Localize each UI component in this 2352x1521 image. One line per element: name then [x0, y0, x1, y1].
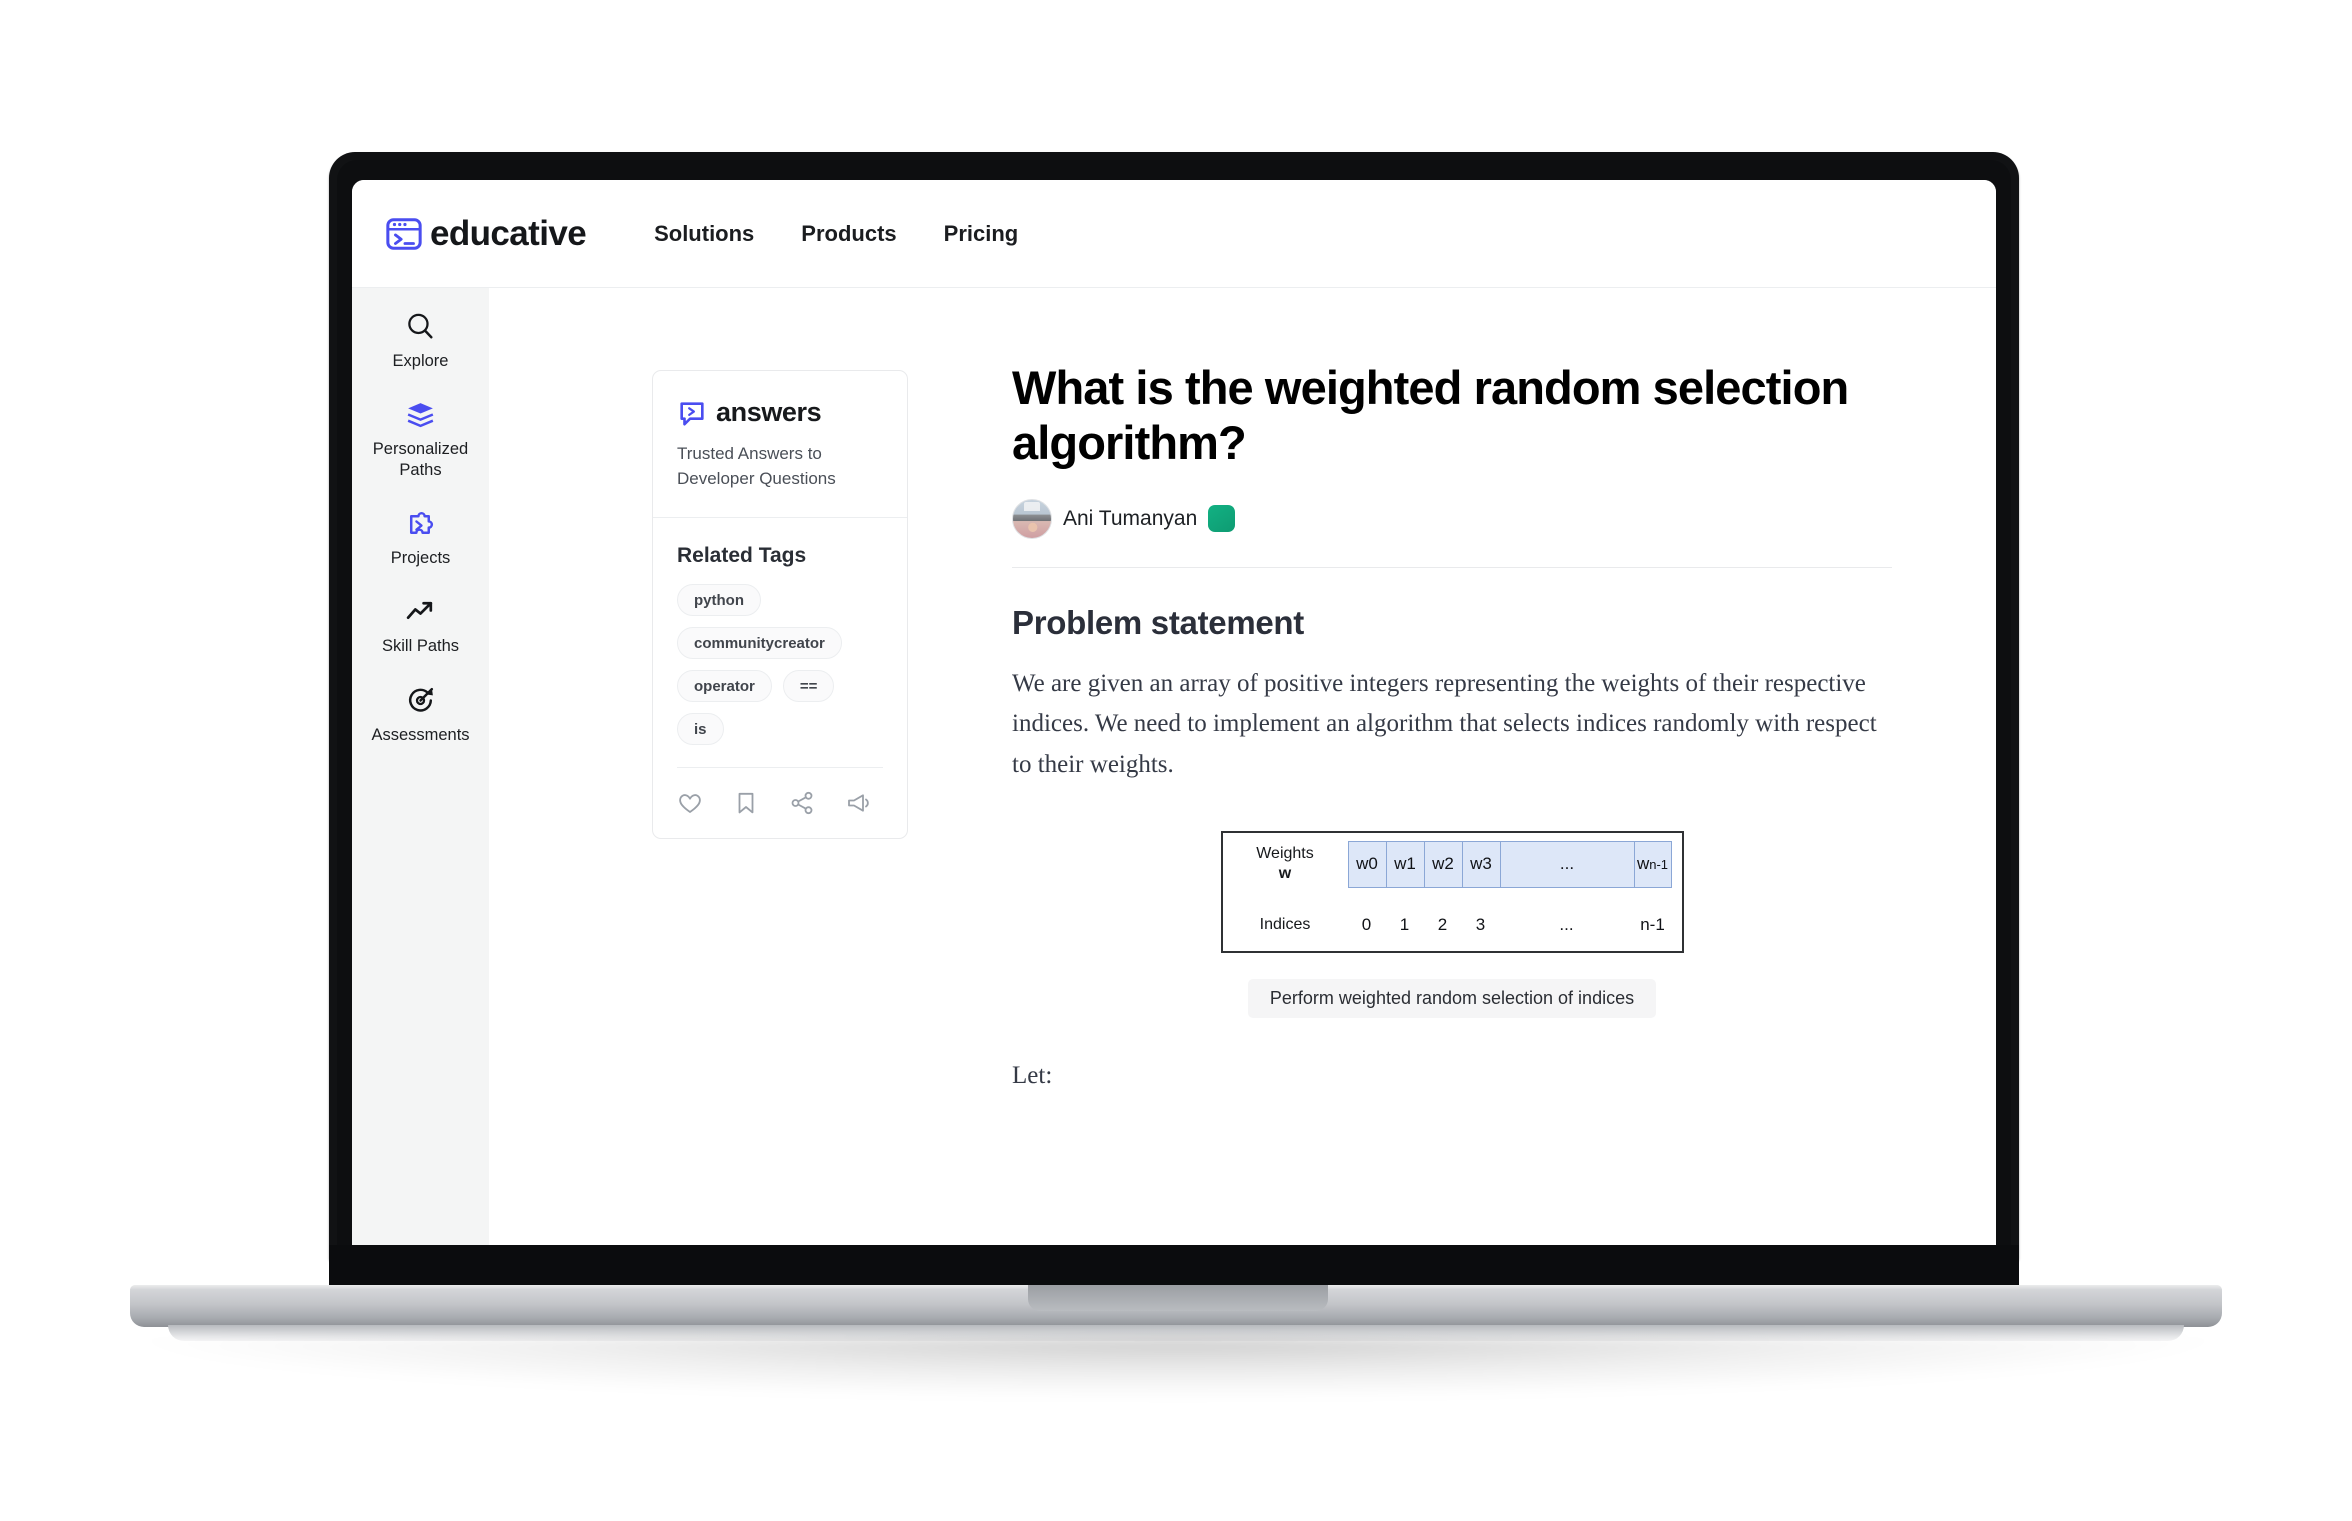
heart-icon[interactable] [677, 790, 703, 816]
weight-cell-subscript: n-1 [1649, 856, 1669, 872]
trailing-text: Let: [1012, 1062, 1053, 1090]
megaphone-icon[interactable] [845, 790, 871, 816]
weights-cells: w0 w1 w2 w3 ... w n-1 [1347, 840, 1672, 888]
weights-figure: Weights w w0 w1 w2 w3 ... wn-1 Indices [1012, 831, 1892, 1019]
tag-row: operator == [677, 670, 883, 703]
related-tags-title: Related Tags [677, 544, 807, 568]
indices-row: 0 1 2 3 ... n-1 [1348, 915, 1672, 935]
weight-cell-last: w n-1 [1633, 840, 1672, 888]
tag-row: python [677, 584, 883, 617]
nav-link-pricing[interactable]: Pricing [944, 221, 1019, 247]
byline: Ani Tumanyan [1012, 498, 1892, 539]
tag-row: communitycreator [677, 627, 883, 660]
sidebar-rail: Explore Personalized Paths Projects Skil… [352, 288, 489, 1245]
laptop-base-notch [1028, 1285, 1328, 1311]
related-tags-list: python communitycreator operator == is [677, 584, 883, 746]
page-title: What is the weighted random selection al… [1012, 361, 1849, 470]
index-value: 2 [1437, 915, 1448, 935]
search-icon [408, 313, 433, 339]
header-divider [1012, 566, 1892, 568]
nav-link-solutions[interactable]: Solutions [654, 221, 754, 247]
indices-axis-label: Indices [1259, 916, 1311, 934]
weight-cell: w3 [1461, 840, 1500, 888]
author-badge [1208, 505, 1236, 533]
answers-card: answers Trusted Answers to Developer Que… [652, 370, 908, 840]
laptop-shadow [148, 1337, 2208, 1397]
index-value: 3 [1475, 915, 1486, 935]
puzzle-code-icon [409, 512, 434, 535]
answers-wordmark: answers [716, 397, 822, 427]
weight-cell: w2 [1423, 840, 1462, 888]
answers-logo[interactable]: answers [677, 397, 883, 428]
main-nav: Solutions Products Pricing [654, 221, 1018, 247]
answers-card-body: Related Tags python communitycreator ope… [653, 518, 907, 838]
weight-cell-ellipsis: ... [1499, 840, 1634, 888]
nav-link-products[interactable]: Products [801, 221, 896, 247]
tag-operator[interactable]: operator [677, 670, 772, 703]
index-value: 0 [1361, 915, 1372, 935]
trending-up-icon [406, 602, 433, 620]
problem-statement-paragraph: We are given an array of positive intege… [1012, 669, 1877, 778]
weights-diagram: Weights w w0 w1 w2 w3 ... wn-1 Indices [1220, 831, 1684, 954]
tag-python[interactable]: python [677, 584, 761, 617]
brand-logo[interactable]: educative [385, 213, 587, 254]
weight-cell: w0 [1347, 840, 1386, 888]
sidebar-label-projects: Projects [390, 549, 451, 568]
laptop-screen: educative Solutions Products Pricing Exp… [352, 180, 1996, 1245]
tag-row: is [677, 713, 883, 746]
sidebar-label-explore: Explore [392, 352, 449, 370]
author-name[interactable]: Ani Tumanyan [1063, 507, 1197, 531]
share-icon[interactable] [789, 790, 815, 816]
books-icon [407, 403, 434, 428]
weights-axis-label: Weights w [1256, 845, 1314, 883]
sidebar-label-assessments: Assessments [371, 725, 470, 744]
tag-communitycreator[interactable]: communitycreator [677, 627, 842, 660]
answers-card-header: answers Trusted Answers to Developer Que… [653, 371, 907, 519]
sidebar-item-skill-paths[interactable]: Skill Paths [352, 595, 489, 657]
sidebar-label-skill-paths: Skill Paths [381, 637, 460, 656]
site-header: educative Solutions Products Pricing [352, 180, 1996, 288]
tag-equals[interactable]: == [782, 670, 835, 703]
index-value: 1 [1399, 915, 1410, 935]
sidebar-item-explore[interactable]: Explore [352, 310, 489, 372]
laptop-lid-chin [329, 1245, 2019, 1290]
index-value-ellipsis: ... [1559, 915, 1574, 935]
answers-tagline: Trusted Answers to Developer Questions [677, 444, 836, 488]
target-arrow-icon [409, 687, 434, 712]
bookmark-icon[interactable] [733, 790, 759, 816]
section-heading: Problem statement [1012, 603, 1304, 641]
avatar [1012, 498, 1052, 539]
sidebar-label-personalized-paths: Personalized Paths [372, 440, 469, 480]
speech-bubble-code-icon [680, 401, 704, 426]
screenshot-stage: educative Solutions Products Pricing Exp… [0, 0, 2352, 1521]
sidebar-item-personalized-paths[interactable]: Personalized Paths [352, 398, 489, 481]
article: What is the weighted random selection al… [1012, 360, 1892, 1090]
sidebar-item-assessments[interactable]: Assessments [352, 684, 489, 746]
index-value-last: n-1 [1640, 915, 1665, 935]
tag-is[interactable]: is [677, 713, 724, 746]
card-actions [677, 768, 883, 816]
weight-cell: w1 [1385, 840, 1424, 888]
terminal-window-icon [386, 217, 422, 250]
figure-caption: Perform weighted random selection of ind… [1247, 979, 1657, 1019]
sidebar-item-projects[interactable]: Projects [352, 507, 489, 569]
brand-name: educative [430, 213, 587, 253]
